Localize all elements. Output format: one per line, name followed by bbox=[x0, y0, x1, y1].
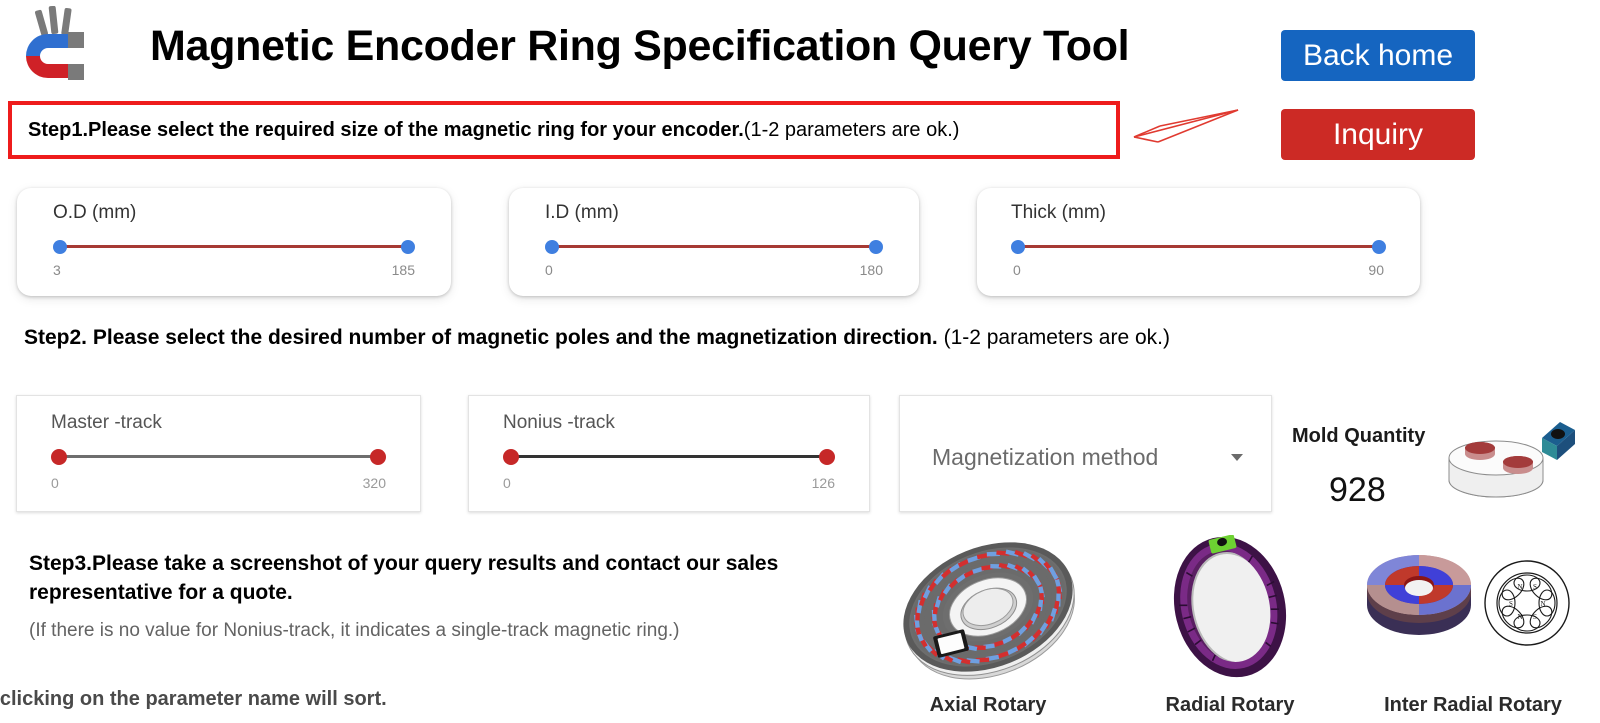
step2-instruction: Step2. Please select the desired number … bbox=[24, 326, 1170, 350]
id-slider-max-value: 180 bbox=[859, 262, 883, 278]
nonius-track-min-value: 0 bbox=[503, 475, 511, 491]
slider-handle-max[interactable] bbox=[401, 240, 415, 254]
id-slider-min-value: 0 bbox=[545, 262, 553, 278]
app-root: Magnetic Encoder Ring Specification Quer… bbox=[0, 0, 1600, 723]
inter-radial-rotary-figure: NS NS NS Inter Radial Rotary bbox=[1348, 535, 1598, 723]
step3-instruction: Step3.Please take a screenshot of your q… bbox=[29, 552, 779, 604]
magnetization-method-value: Magnetization method bbox=[932, 443, 1159, 470]
step1-instruction-light: (1-2 parameters are ok.) bbox=[743, 118, 960, 141]
od-slider[interactable] bbox=[17, 240, 451, 254]
magnetization-method-select[interactable]: Magnetization method bbox=[932, 440, 1243, 474]
master-track-max-value: 320 bbox=[362, 475, 386, 491]
results-hint: ery results | clicking on the parameter … bbox=[0, 688, 387, 710]
slider-handle-min[interactable] bbox=[53, 240, 67, 254]
slider-handle-max[interactable] bbox=[370, 449, 386, 465]
slider-handle-min[interactable] bbox=[1011, 240, 1025, 254]
step3-note: (If there is no value for Nonius-track, … bbox=[29, 620, 680, 641]
slider-track bbox=[511, 455, 827, 458]
left-arrow-icon bbox=[1120, 104, 1240, 154]
radial-rotary-ring-icon bbox=[1173, 535, 1287, 678]
horseshoe-magnet-icon bbox=[14, 5, 92, 86]
slider-handle-min[interactable] bbox=[545, 240, 559, 254]
od-slider-card: O.D (mm) 3 185 bbox=[17, 188, 451, 296]
master-track-min-value: 0 bbox=[51, 475, 59, 491]
thick-slider-max-value: 90 bbox=[1368, 262, 1384, 278]
master-track-label: Master -track bbox=[51, 412, 162, 433]
svg-text:N: N bbox=[1540, 600, 1545, 608]
radial-rotary-caption: Radial Rotary bbox=[1165, 694, 1295, 716]
nonius-track-slider[interactable] bbox=[469, 449, 869, 465]
mold-quantity-value: 928 bbox=[1329, 471, 1386, 509]
thick-slider[interactable] bbox=[977, 240, 1420, 254]
axial-rotary-ring-icon bbox=[903, 542, 1075, 680]
thick-slider-min-value: 0 bbox=[1013, 262, 1021, 278]
od-slider-min-value: 3 bbox=[53, 262, 61, 278]
step2-instruction-light: (1-2 parameters are ok.) bbox=[943, 326, 1170, 349]
svg-text:N: N bbox=[1517, 583, 1522, 591]
thick-slider-label: Thick (mm) bbox=[1011, 202, 1106, 223]
id-slider-label: I.D (mm) bbox=[545, 202, 619, 223]
inter-radial-rotary-caption: Inter Radial Rotary bbox=[1384, 694, 1562, 716]
svg-text:S: S bbox=[1533, 583, 1537, 591]
nonius-track-label: Nonius -track bbox=[503, 412, 615, 433]
slider-handle-max[interactable] bbox=[1372, 240, 1386, 254]
thick-slider-card: Thick (mm) 0 90 bbox=[977, 188, 1420, 296]
slider-handle-max[interactable] bbox=[869, 240, 883, 254]
back-home-button[interactable]: Back home bbox=[1281, 30, 1475, 81]
nonius-track-card: Nonius -track 0 126 bbox=[468, 395, 870, 512]
page-title: Magnetic Encoder Ring Specification Quer… bbox=[150, 22, 1130, 70]
svg-text:S: S bbox=[1533, 613, 1537, 621]
od-slider-label: O.D (mm) bbox=[53, 202, 137, 223]
magnetization-method-card: Magnetization method bbox=[899, 395, 1272, 512]
slider-track bbox=[552, 245, 876, 248]
slider-track bbox=[59, 455, 378, 458]
inter-radial-rotary-ring-icon: NS NS NS bbox=[1367, 555, 1570, 646]
chevron-down-icon bbox=[1231, 453, 1243, 461]
slider-handle-min[interactable] bbox=[51, 449, 67, 465]
id-slider[interactable] bbox=[509, 240, 919, 254]
axial-rotary-caption: Axial Rotary bbox=[929, 694, 1047, 716]
master-track-slider[interactable] bbox=[17, 449, 420, 465]
step1-instruction-bold: Step1.Please select the required size of… bbox=[28, 118, 744, 141]
svg-text:N: N bbox=[1517, 613, 1522, 621]
svg-text:S: S bbox=[1509, 600, 1513, 608]
mold-die-icon bbox=[1444, 408, 1576, 508]
axial-rotary-figure: Axial Rotary bbox=[878, 535, 1098, 723]
od-slider-max-value: 185 bbox=[391, 262, 415, 278]
id-slider-card: I.D (mm) 0 180 bbox=[509, 188, 919, 296]
slider-handle-max[interactable] bbox=[819, 449, 835, 465]
nonius-track-max-value: 126 bbox=[811, 475, 835, 491]
radial-rotary-figure: Radial Rotary bbox=[1120, 535, 1340, 723]
step2-instruction-bold: Step2. Please select the desired number … bbox=[24, 326, 938, 349]
master-track-card: Master -track 0 320 bbox=[16, 395, 421, 512]
slider-track bbox=[1018, 245, 1379, 248]
inquiry-button[interactable]: Inquiry bbox=[1281, 109, 1475, 160]
slider-handle-min[interactable] bbox=[503, 449, 519, 465]
step1-banner: Step1.Please select the required size of… bbox=[8, 101, 1120, 159]
mold-quantity-label: Mold Quantity bbox=[1292, 425, 1426, 447]
slider-track bbox=[60, 245, 408, 248]
